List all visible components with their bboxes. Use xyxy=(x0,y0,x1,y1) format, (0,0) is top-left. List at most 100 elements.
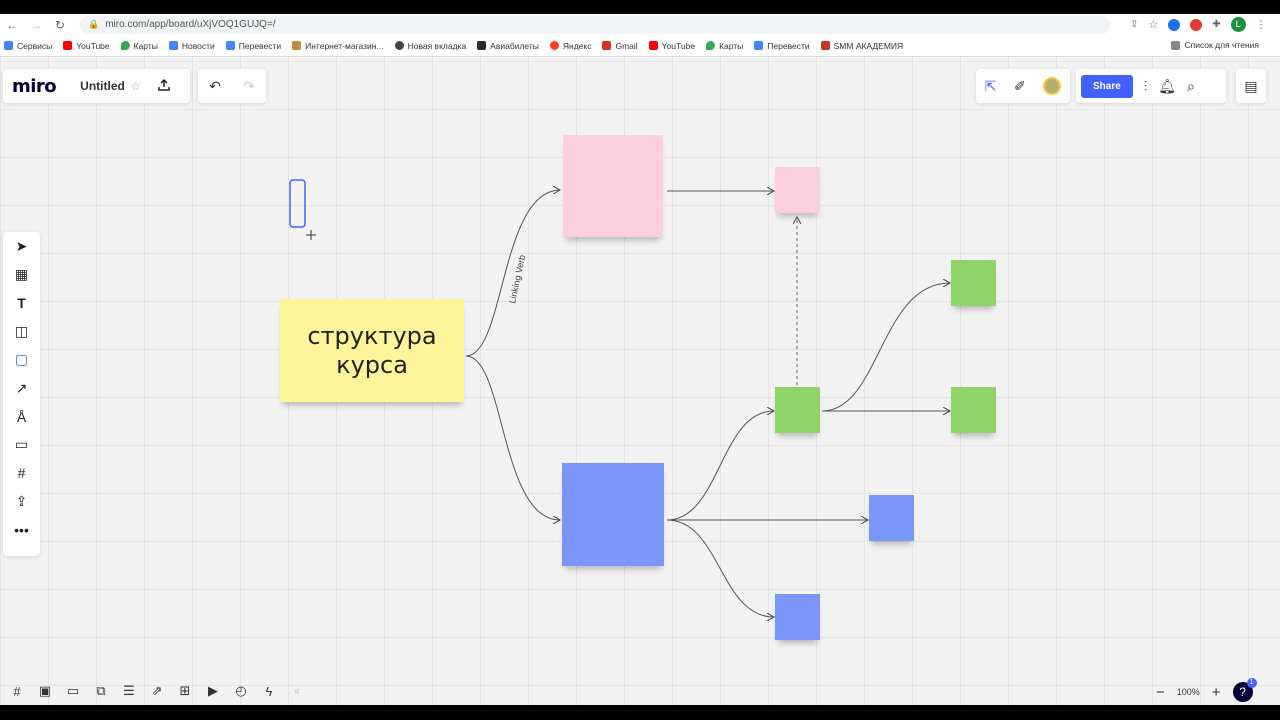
bottom-toolbar: # ▣ ▭ ⧉ ☰ ⇗ ⊞ ▶ ◴ ϟ « xyxy=(6,677,308,705)
settings-sliders-icon[interactable]: ⫶ xyxy=(1144,78,1148,95)
share-button[interactable]: Share xyxy=(1081,74,1133,98)
extension-icon[interactable] xyxy=(1168,18,1181,31)
frames-icon[interactable]: # xyxy=(6,684,28,699)
bookmark-smm-academy[interactable]: SMM АКАДЕМИЯ xyxy=(820,41,903,51)
user-avatar[interactable] xyxy=(1043,77,1062,95)
youtube-icon xyxy=(63,41,73,50)
url-field[interactable]: 🔒 miro.com/app/board/uXjVOQ1GUJQ=/ xyxy=(80,15,1110,34)
reload-icon[interactable]: ↻ xyxy=(48,18,72,32)
lightning-icon[interactable]: ϟ xyxy=(258,684,280,699)
cursor-follow-icon[interactable]: ⇱ xyxy=(985,78,997,95)
collaboration-panel: ⇱ ✐ xyxy=(976,69,1070,103)
bookmark-translate[interactable]: Перевести xyxy=(754,41,810,51)
presentation-icon[interactable]: ▣ xyxy=(34,683,56,699)
back-icon[interactable]: ← xyxy=(0,18,24,32)
bookmark-shop[interactable]: Интернет-магазин... xyxy=(292,41,384,51)
sticky-note-pink-large[interactable] xyxy=(563,135,663,237)
video-call-icon[interactable]: ▶ xyxy=(202,683,224,699)
upload-tool-icon[interactable]: ⇪ xyxy=(3,488,40,516)
bookmark-news[interactable]: Новости xyxy=(168,40,215,51)
redo-icon[interactable]: ↷ xyxy=(243,78,255,95)
maps-pin-icon xyxy=(120,41,130,50)
bookmark-translate[interactable]: Перевести xyxy=(225,41,281,51)
sticky-note-main[interactable]: структура курса xyxy=(280,299,464,402)
connector-label[interactable]: Linking Verb xyxy=(507,254,527,305)
frame-tool-icon[interactable]: # xyxy=(3,459,40,487)
text-tool-icon[interactable]: T xyxy=(3,289,40,317)
zoom-in-icon[interactable]: + xyxy=(1212,684,1221,701)
sticky-note-green[interactable] xyxy=(951,387,996,433)
plane-icon xyxy=(477,41,487,50)
bookmark-new-tab[interactable]: Новая вкладка xyxy=(394,41,466,51)
bookmark-gmail[interactable]: Gmail xyxy=(602,40,638,51)
bookmark-apps[interactable]: Сервисы xyxy=(4,41,52,51)
select-cursor-icon[interactable]: ➤ xyxy=(3,232,40,260)
undo-icon[interactable]: ↶ xyxy=(209,78,221,95)
zoom-out-icon[interactable]: − xyxy=(1156,684,1165,701)
bookmark-youtube[interactable]: YouTube xyxy=(63,40,110,51)
bookmark-label: Gmail xyxy=(615,40,638,51)
bookmark-youtube[interactable]: YouTube xyxy=(648,40,696,51)
extensions-puzzle-icon[interactable]: ✚ xyxy=(1212,19,1220,30)
drawing-rectangle-shape[interactable] xyxy=(289,179,306,228)
board-title[interactable]: Untitled xyxy=(80,79,125,93)
bookmark-flights[interactable]: Авиабилеты xyxy=(477,41,539,51)
embed-icon[interactable]: ⊞ xyxy=(174,683,196,699)
browser-address-bar: ← → ↻ 🔒 miro.com/app/board/uXjVOQ1GUJQ=/… xyxy=(0,14,1280,35)
search-icon[interactable]: ⌕ xyxy=(1187,78,1195,95)
collapse-chevrons-icon[interactable]: « xyxy=(286,686,308,697)
profile-avatar[interactable]: L xyxy=(1230,17,1246,32)
bookmark-label: YouTube xyxy=(76,40,110,51)
connector-blue-to-green[interactable] xyxy=(666,411,774,521)
star-icon[interactable]: ☆ xyxy=(131,80,141,93)
notifications-bell-icon[interactable]: 🔔︎ xyxy=(1158,78,1176,95)
celebrate-icon[interactable]: ✐ xyxy=(1014,78,1026,95)
bookmark-maps[interactable]: Карты xyxy=(706,41,743,51)
export-upload-icon[interactable] xyxy=(157,78,171,95)
bookmark-star-icon[interactable]: ☆ xyxy=(1148,18,1158,31)
connector-main-to-blue[interactable] xyxy=(465,355,560,520)
more-tools-icon[interactable]: ••• xyxy=(3,516,40,544)
board-notes-icon[interactable]: ▤ xyxy=(1244,78,1257,95)
help-icon[interactable]: ? 1 xyxy=(1232,678,1257,702)
share-panel: Share ⫶ 🔔︎ ⌕ xyxy=(1076,69,1226,103)
board-canvas[interactable]: Linking Verb структура курса xyxy=(0,57,1280,705)
connector-blue-to-blue-bottom[interactable] xyxy=(666,519,774,617)
shape-tool-icon[interactable]: ▢ xyxy=(3,346,40,374)
bookmark-label: Яндекс xyxy=(562,40,592,51)
zoom-level[interactable]: 100% xyxy=(1177,687,1200,697)
zoom-controls: − 100% + ? 1 xyxy=(1156,678,1257,703)
share-page-icon[interactable]: ⇪ xyxy=(1130,19,1138,30)
screen-bottom-border xyxy=(0,705,1280,720)
sticky-note-tool-icon[interactable]: ◫ xyxy=(3,317,40,345)
bookmark-label: YouTube xyxy=(661,40,696,51)
timer-icon[interactable]: ◴ xyxy=(230,683,252,699)
bookmark-label: Сервисы xyxy=(17,40,53,51)
activity-list-icon[interactable]: ☰ xyxy=(118,683,140,699)
connection-line-icon[interactable]: ↗ xyxy=(3,374,40,402)
comments-icon[interactable]: ▭ xyxy=(62,683,84,699)
sticky-note-blue[interactable] xyxy=(775,594,820,640)
bookmark-maps[interactable]: Карты xyxy=(120,41,158,51)
extension-icon[interactable] xyxy=(1190,18,1203,31)
sticky-note-blue-large[interactable] xyxy=(562,463,664,566)
bookmark-label: Новости xyxy=(181,40,215,51)
youtube-icon xyxy=(648,41,658,50)
sticky-note-blue[interactable] xyxy=(869,495,914,541)
board-list-panel: ▤ xyxy=(1236,69,1266,103)
bookmark-yandex[interactable]: Яндекс xyxy=(549,40,592,51)
export-icon[interactable]: ⇗ xyxy=(146,683,168,699)
browser-menu-icon[interactable]: ⋮ xyxy=(1256,18,1267,31)
templates-icon[interactable]: ▦ xyxy=(3,260,40,288)
reading-list[interactable]: Список для чтения xyxy=(1171,40,1259,50)
miro-logo[interactable]: miro xyxy=(12,76,57,97)
pen-tool-icon[interactable]: Å xyxy=(3,402,40,430)
url-text: miro.com/app/board/uXjVOQ1GUJQ=/ xyxy=(105,19,276,30)
sticky-note-green[interactable] xyxy=(775,387,820,433)
connector-green-to-green-top[interactable] xyxy=(821,283,950,412)
sticky-note-pink-small[interactable] xyxy=(775,167,820,213)
sticky-note-green[interactable] xyxy=(951,260,996,306)
comment-tool-icon[interactable]: ▭ xyxy=(3,431,40,459)
screen-share-icon[interactable]: ⧉ xyxy=(90,683,112,699)
forward-icon[interactable]: → xyxy=(24,18,48,32)
